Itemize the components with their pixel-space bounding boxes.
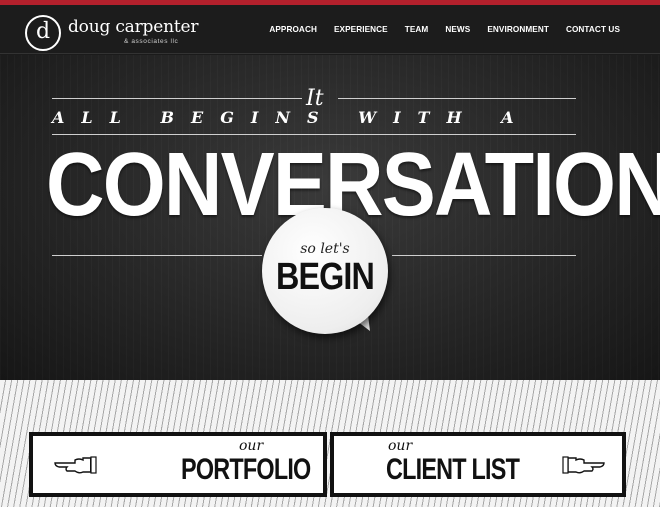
nav-experience[interactable]: EXPERIENCE bbox=[334, 25, 388, 34]
logo-letter: d bbox=[35, 18, 51, 44]
portfolio-link[interactable]: our PORTFOLIO bbox=[29, 432, 327, 497]
client-list-title: CLIENT LIST bbox=[386, 453, 520, 486]
hero-banner: It ALL BEGINS WITH A CONVERSATION so let… bbox=[0, 55, 660, 380]
nav-approach[interactable]: APPROACH bbox=[269, 25, 317, 34]
hero-rule-top-right bbox=[338, 98, 576, 99]
portfolio-title: PORTFOLIO bbox=[181, 453, 311, 486]
portfolio-our: our bbox=[239, 438, 264, 454]
hero-headline: CONVERSATION bbox=[46, 135, 660, 235]
nav-contact-us[interactable]: CONTACT US bbox=[566, 25, 620, 34]
begin-button[interactable]: so let's BEGIN bbox=[262, 208, 388, 334]
hero-rule-bottom-left bbox=[52, 255, 262, 256]
begin-button-small-text: so let's bbox=[300, 241, 350, 257]
main-nav: APPROACH EXPERIENCE TEAM NEWS ENVIRONMEN… bbox=[252, 25, 620, 34]
begin-button-label: BEGIN bbox=[275, 256, 375, 298]
client-list-link[interactable]: our CLIENT LIST bbox=[330, 432, 626, 497]
logo-subtitle: & associates llc bbox=[124, 38, 179, 45]
logo-name[interactable]: doug carpenter bbox=[68, 17, 198, 37]
hero-tagline: ALL BEGINS WITH A bbox=[52, 108, 531, 127]
hero-rule-bottom-right bbox=[392, 255, 576, 256]
site-header: d doug carpenter & associates llc APPROA… bbox=[0, 5, 660, 54]
logo-monogram[interactable]: d bbox=[25, 15, 61, 51]
pointing-hand-left-icon bbox=[54, 456, 97, 474]
nav-news[interactable]: NEWS bbox=[445, 25, 470, 34]
pointing-hand-right-icon bbox=[562, 456, 605, 474]
nav-team[interactable]: TEAM bbox=[405, 25, 429, 34]
links-section: our PORTFOLIO our CLIENT LIST bbox=[0, 380, 660, 507]
nav-environment[interactable]: ENVIRONMENT bbox=[487, 25, 549, 34]
client-list-our: our bbox=[388, 438, 413, 454]
hero-rule-top-left bbox=[52, 98, 302, 99]
